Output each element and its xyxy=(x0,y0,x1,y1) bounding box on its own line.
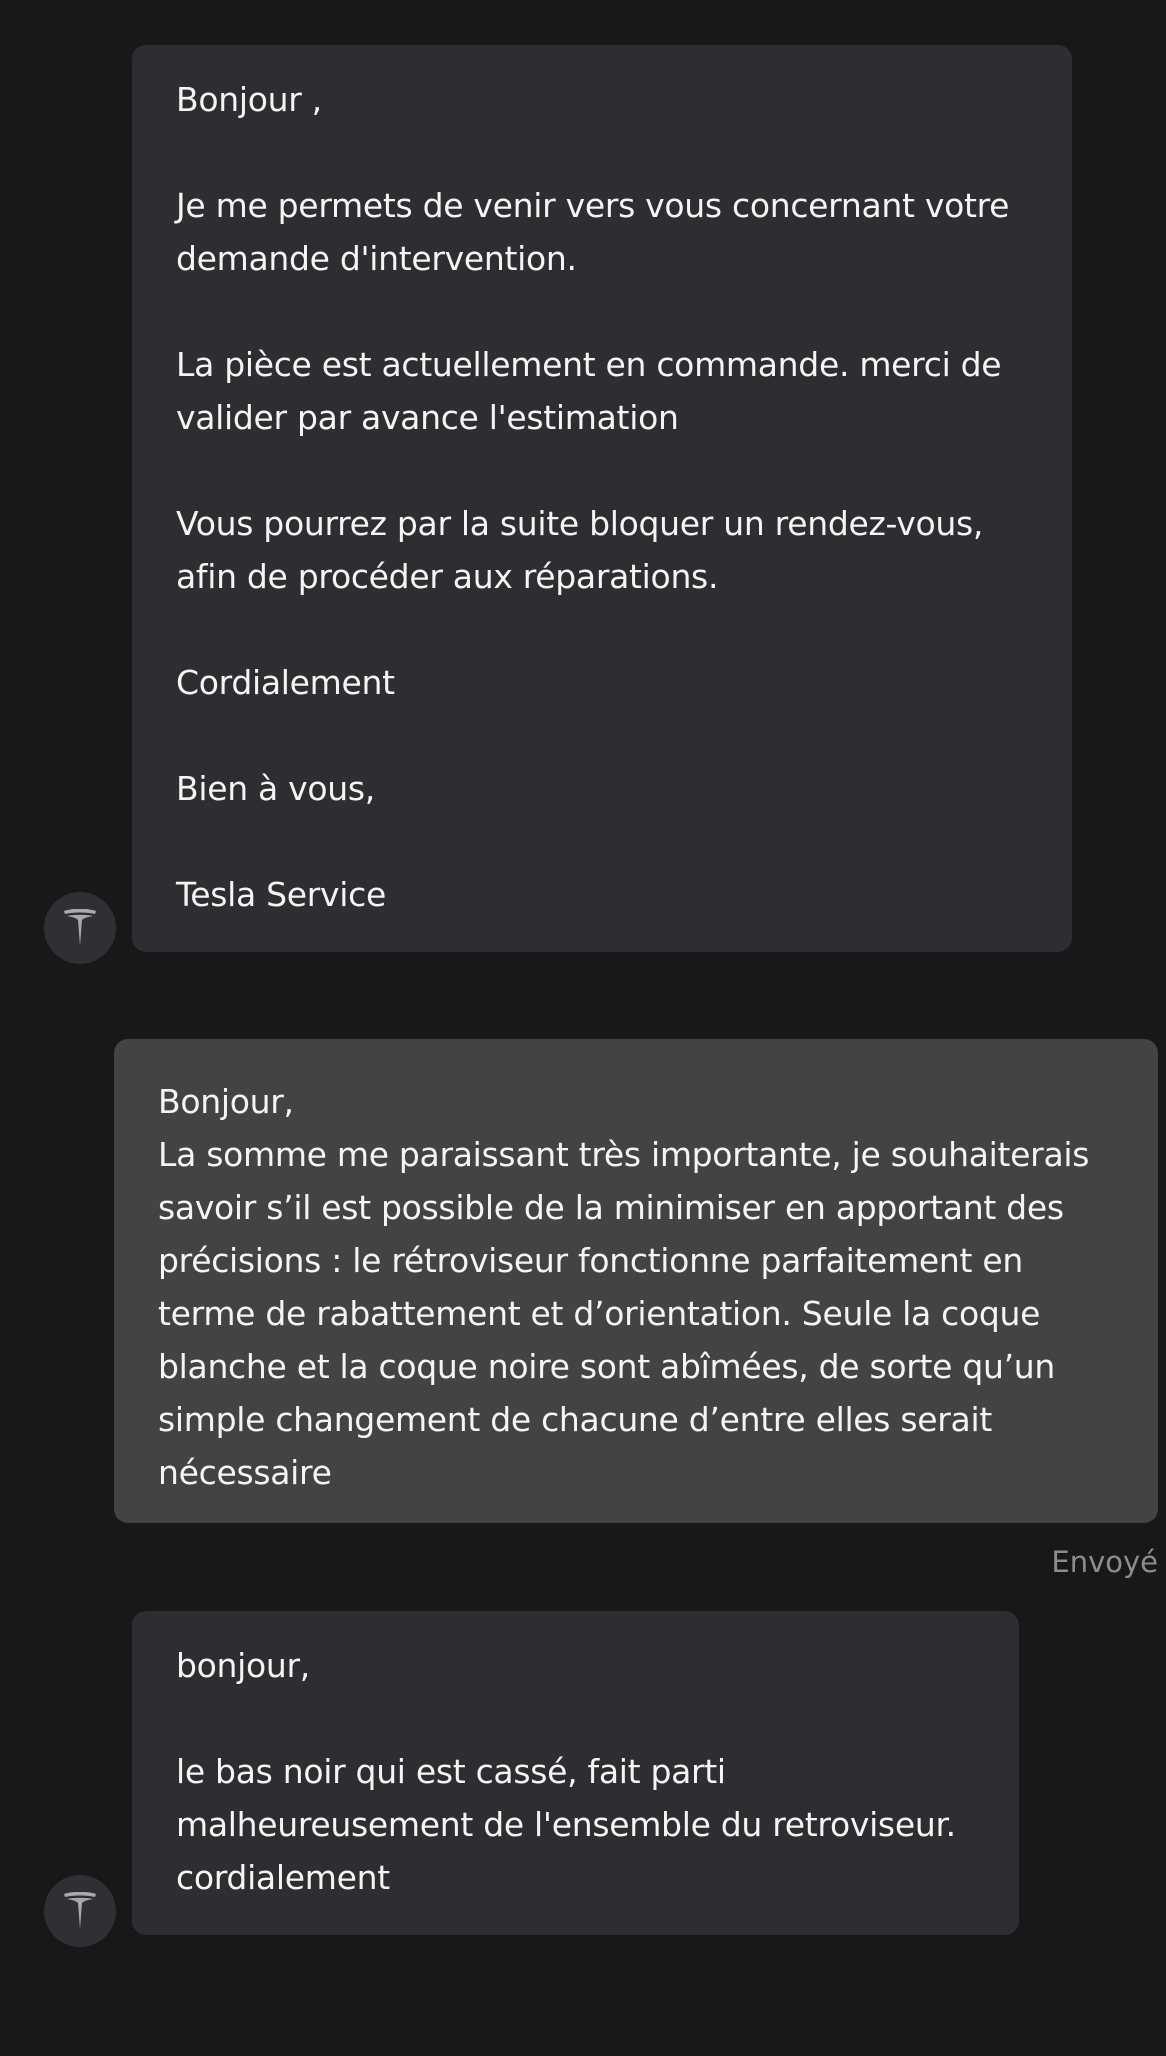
tesla-logo-icon xyxy=(64,909,96,946)
tesla-logo-icon xyxy=(64,1892,96,1929)
message-status: Envoyé xyxy=(1051,1545,1158,1579)
outgoing-message-bubble: Bonjour, La somme me paraissant très imp… xyxy=(114,1039,1158,1523)
incoming-message-bubble: bonjour, le bas noir qui est cassé, fait… xyxy=(132,1611,1019,1935)
sender-avatar[interactable] xyxy=(44,1875,116,1947)
incoming-message-bubble: Bonjour , Je me permets de venir vers vo… xyxy=(132,45,1072,952)
sender-avatar[interactable] xyxy=(44,892,116,964)
